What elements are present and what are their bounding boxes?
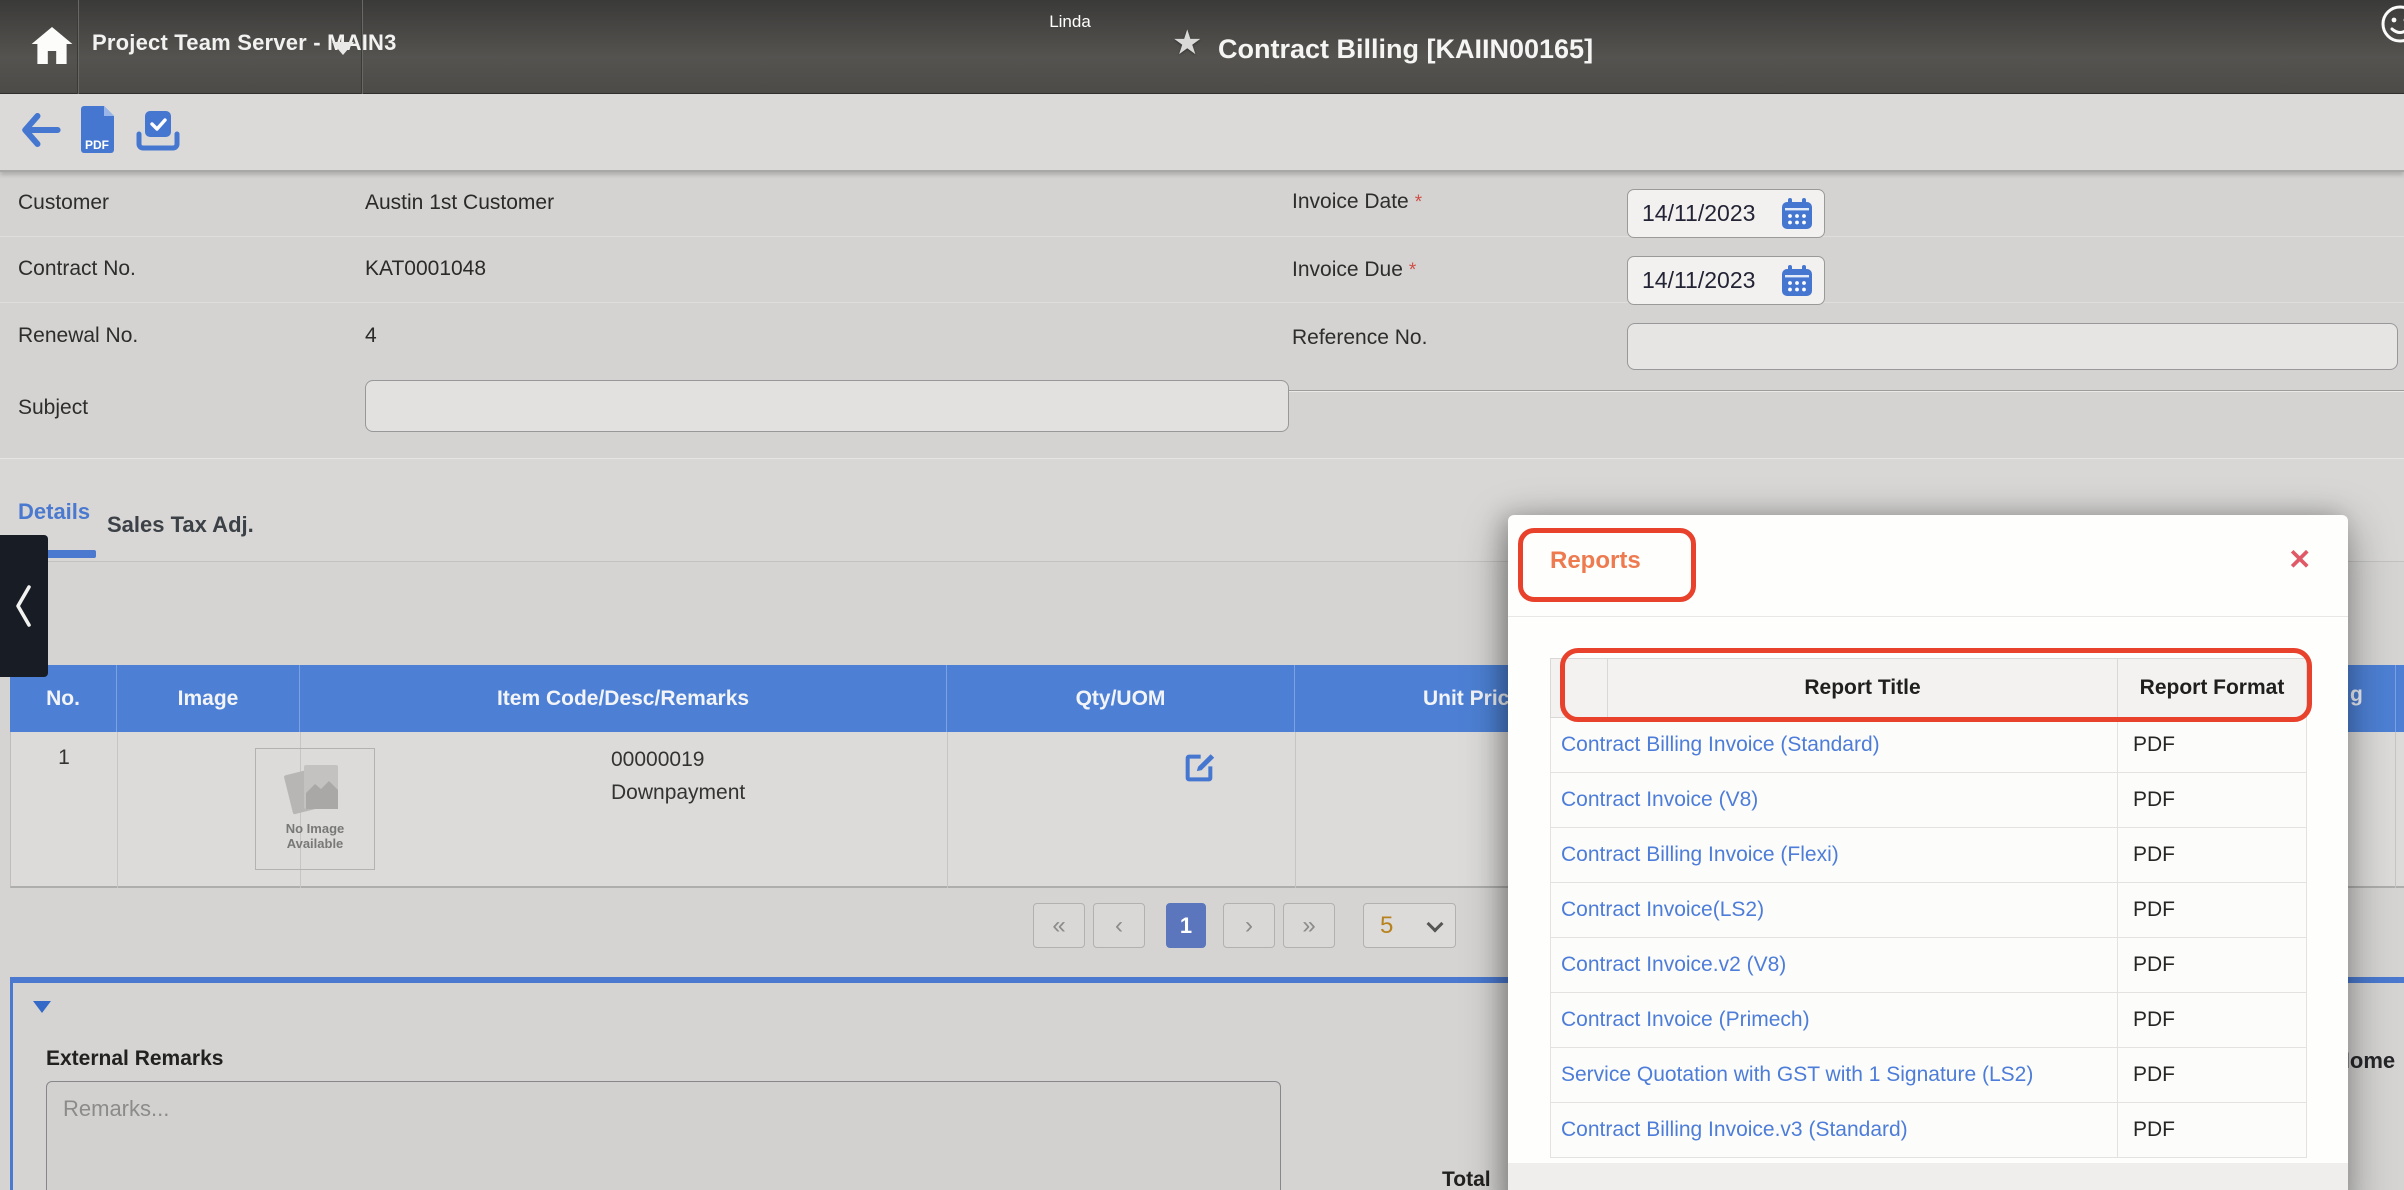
col-header-image: Image (117, 665, 300, 732)
customer-label: Customer (18, 191, 109, 215)
invoice-date-input[interactable] (1642, 190, 1772, 237)
report-format: PDF (2118, 773, 2307, 828)
form-row-divider (0, 236, 2404, 237)
report-format: PDF (2118, 718, 2307, 773)
required-marker: * (1415, 192, 1422, 213)
form-row-divider (0, 302, 2404, 303)
page-title: Contract Billing [KAIIN00165] (1218, 34, 1593, 65)
toolbar: PDF (0, 94, 2404, 172)
submit-icon[interactable] (135, 108, 181, 154)
calendar-icon[interactable] (1780, 197, 1814, 231)
report-row: Service Quotation with GST with 1 Signat… (1551, 1048, 2307, 1103)
column-divider (2395, 665, 2396, 732)
subject-input[interactable] (365, 380, 1289, 432)
section-collapse-icon[interactable] (33, 1001, 51, 1013)
item-desc: Downpayment (611, 781, 745, 804)
chevron-down-icon[interactable] (332, 42, 354, 55)
close-icon[interactable]: ✕ (2288, 543, 2311, 576)
pagination-current-page[interactable]: 1 (1166, 903, 1206, 948)
report-link[interactable]: Contract Invoice (Primech) (1561, 1008, 1810, 1031)
renewal-no-label: Renewal No. (18, 324, 138, 348)
invoice-form: Customer Austin 1st Customer Contract No… (0, 174, 2404, 458)
pagination-prev-button[interactable]: ‹ (1093, 903, 1145, 948)
chevron-down-icon (1427, 916, 1444, 933)
tab-details[interactable]: Details (18, 499, 90, 525)
reference-no-label: Reference No. (1292, 326, 1427, 350)
item-code: 00000019 (611, 748, 704, 771)
col-header-qty: Qty/UOM (947, 665, 1295, 732)
item-row-no: 1 (11, 732, 118, 888)
topbar-divider (78, 0, 79, 94)
report-link[interactable]: Contract Billing Invoice.v3 (Standard) (1561, 1118, 1908, 1141)
pdf-export-icon[interactable]: PDF (78, 104, 118, 156)
logged-in-user: Linda (1010, 12, 1130, 32)
reports-col-blank (1551, 659, 1608, 718)
clipped-header-text: g (2350, 683, 2363, 707)
report-row: Contract Invoice(LS2) PDF (1551, 883, 2307, 938)
report-format: PDF (2118, 1048, 2307, 1103)
invoice-due-input[interactable] (1642, 257, 1772, 304)
report-link[interactable]: Contract Invoice (V8) (1561, 788, 1758, 811)
report-row: Contract Billing Invoice (Flexi) PDF (1551, 828, 2307, 883)
subject-label: Subject (18, 396, 88, 420)
contract-no-label: Contract No. (18, 257, 136, 281)
total-label: Total (1442, 1168, 1491, 1190)
external-remarks-textarea[interactable] (46, 1081, 1281, 1190)
modal-divider (1508, 616, 2348, 617)
report-link[interactable]: Contract Billing Invoice (Standard) (1561, 733, 1880, 756)
modal-footer (1508, 1163, 2348, 1190)
item-image-cell: No ImageAvailable (118, 732, 301, 888)
column-divider (2395, 732, 2396, 888)
contract-billing-page: Project Team Server - MAIN3 Linda ★ Cont… (0, 0, 2404, 1190)
top-bar: Project Team Server - MAIN3 Linda ★ Cont… (0, 0, 2404, 94)
pagination-last-button[interactable]: » (1283, 903, 1335, 948)
reports-table: Report Title Report Format Contract Bill… (1550, 658, 2307, 1158)
svg-text:PDF: PDF (85, 138, 109, 152)
modal-title: Reports (1550, 547, 1641, 575)
report-format: PDF (2118, 1103, 2307, 1158)
item-qty-cell: BOX (948, 732, 1296, 888)
report-format: PDF (2118, 993, 2307, 1048)
contract-no-value: KAT0001048 (365, 257, 486, 281)
invoice-due-label: Invoice Due* (1292, 258, 1416, 282)
report-format: PDF (2118, 938, 2307, 993)
col-header-item: Item Code/Desc/Remarks (300, 665, 947, 732)
invoice-due-field (1627, 256, 1825, 305)
invoice-date-label: Invoice Date* (1292, 190, 1422, 214)
reports-col-format[interactable]: Report Format (2118, 659, 2307, 718)
report-row: Contract Invoice (V8) PDF (1551, 773, 2307, 828)
report-format: PDF (2118, 828, 2307, 883)
report-link[interactable]: Contract Invoice(LS2) (1561, 898, 1764, 921)
favorite-star-icon[interactable]: ★ (1172, 26, 1202, 60)
reports-col-title[interactable]: Report Title (1608, 659, 2118, 718)
customer-value: Austin 1st Customer (365, 191, 554, 215)
report-link[interactable]: Service Quotation with GST with 1 Signat… (1561, 1063, 2033, 1086)
tab-sales-tax-adj[interactable]: Sales Tax Adj. (107, 512, 254, 538)
back-icon[interactable] (20, 112, 62, 148)
pagination-next-button[interactable]: › (1223, 903, 1275, 948)
report-row: Contract Billing Invoice.v3 (Standard) P… (1551, 1103, 2307, 1158)
external-remarks-label: External Remarks (46, 1047, 223, 1071)
calendar-icon[interactable] (1780, 264, 1814, 298)
renewal-no-value: 4 (365, 324, 377, 348)
page-size-value: 5 (1380, 912, 1393, 940)
topbar-divider (362, 0, 363, 94)
report-link[interactable]: Contract Billing Invoice (Flexi) (1561, 843, 1839, 866)
form-section-divider (1282, 390, 2404, 391)
pagination-first-button[interactable]: « (1033, 903, 1085, 948)
page-size-select[interactable]: 5 (1363, 903, 1456, 948)
report-row: Contract Invoice (Primech) PDF (1551, 993, 2307, 1048)
sidebar-collapse-handle[interactable] (0, 535, 48, 677)
required-marker: * (1409, 260, 1416, 281)
smiley-menu-icon[interactable] (2379, 3, 2404, 45)
invoice-date-field (1627, 189, 1825, 238)
report-row: Contract Invoice.v2 (V8) PDF (1551, 938, 2307, 993)
reference-no-input[interactable] (1627, 323, 2398, 370)
report-link[interactable]: Contract Invoice.v2 (V8) (1561, 953, 1786, 976)
item-desc-cell: 00000019 Downpayment (301, 732, 948, 888)
reports-modal: Reports ✕ Report Title Report Format Con… (1508, 515, 2348, 1190)
report-row: Contract Billing Invoice (Standard) PDF (1551, 718, 2307, 773)
home-icon[interactable] (28, 22, 76, 70)
report-format: PDF (2118, 883, 2307, 938)
